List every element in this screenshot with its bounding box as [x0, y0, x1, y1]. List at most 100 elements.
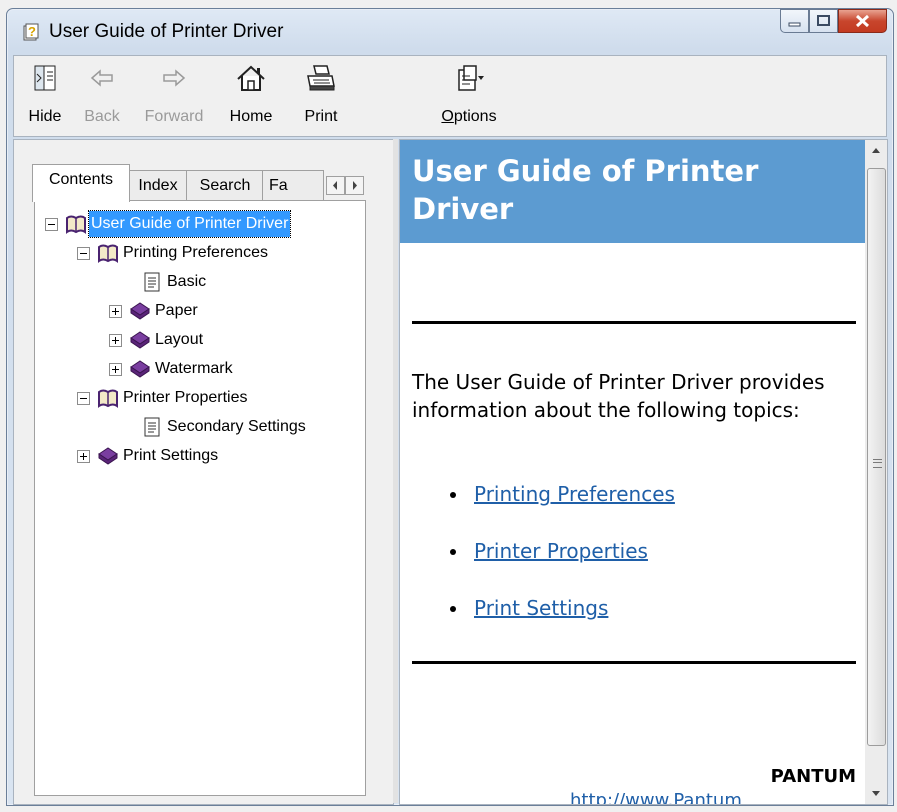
tab-scroll-arrows	[326, 176, 364, 195]
navigation-pane: Contents Index Search Fa User Guide of P…	[13, 139, 394, 805]
print-label: Print	[304, 108, 338, 125]
collapse-toggle[interactable]	[77, 392, 90, 405]
scroll-thumb[interactable]	[867, 168, 886, 746]
topic-link[interactable]: Printing Preferences	[474, 480, 675, 508]
tab-index[interactable]: Index	[128, 170, 188, 201]
tab-scroll-right-button[interactable]	[345, 176, 364, 195]
home-label: Home	[229, 108, 273, 125]
tree-item-label: Secondary Settings	[167, 418, 306, 435]
hide-button[interactable]: Hide	[20, 56, 70, 136]
options-accel: O	[441, 108, 454, 125]
minimize-button[interactable]	[780, 9, 809, 33]
tab-scroll-left-button[interactable]	[326, 176, 345, 195]
forward-label: Forward	[144, 108, 204, 125]
book-open-icon	[66, 215, 86, 234]
close-icon	[855, 14, 870, 28]
expand-toggle[interactable]	[109, 334, 122, 347]
back-label: Back	[84, 108, 120, 125]
expand-toggle[interactable]	[109, 363, 122, 376]
back-button[interactable]: Back	[74, 56, 130, 136]
forward-arrow-icon	[163, 69, 186, 87]
scroll-up-icon	[872, 148, 880, 153]
printer-icon	[307, 65, 335, 91]
tree-item-label: Print Settings	[123, 447, 219, 464]
tree-item[interactable]: Watermark	[107, 356, 357, 382]
options-button[interactable]: Options	[434, 56, 504, 136]
topic-content: User Guide of Printer Driver The User Gu…	[399, 139, 867, 805]
print-button[interactable]: Print	[288, 56, 354, 136]
minimize-icon	[788, 22, 801, 27]
brand-name: PANTUM	[770, 766, 856, 787]
tab-index-label: Index	[138, 177, 178, 194]
close-button[interactable]	[838, 9, 887, 33]
scroll-grip	[873, 459, 882, 468]
forward-button[interactable]: Forward	[134, 56, 214, 136]
scroll-down-button[interactable]	[865, 782, 887, 804]
tab-favorites-label: Fa	[269, 177, 288, 194]
scroll-up-button[interactable]	[865, 140, 887, 162]
tree-item[interactable]: Basic	[135, 269, 355, 295]
help-question-icon: ?	[23, 23, 39, 41]
tree-item[interactable]: Print Settings	[75, 443, 365, 469]
collapse-toggle[interactable]	[45, 218, 58, 231]
tree-item-label: Printer Properties	[123, 389, 248, 406]
topic-link[interactable]: Print Settings	[474, 594, 608, 622]
tab-contents[interactable]: Contents	[32, 164, 130, 202]
tab-search-label: Search	[199, 177, 251, 194]
home-button[interactable]: Home	[217, 56, 285, 136]
maximize-icon	[817, 15, 830, 26]
book-open-icon	[98, 389, 118, 408]
hide-label: Hide	[28, 108, 62, 125]
bullet-dot	[450, 492, 456, 498]
topic-intro: The User Guide of Printer Driver provide…	[412, 370, 825, 422]
tree-item[interactable]: User Guide of Printer Driver	[43, 210, 363, 238]
divider	[412, 661, 856, 664]
topic-banner: User Guide of Printer Driver	[400, 140, 866, 243]
hide-pane-icon	[34, 65, 56, 91]
collapse-toggle[interactable]	[77, 247, 90, 260]
brand-link[interactable]: http://www.Pantum	[570, 790, 742, 804]
bullet-dot	[450, 606, 456, 612]
pane-splitter[interactable]	[393, 139, 398, 803]
tab-contents-label: Contents	[48, 171, 114, 188]
tab-strip: Contents Index Search Fa	[32, 164, 382, 202]
tree-item-label: Layout	[155, 331, 204, 348]
tree-item[interactable]: Paper	[107, 298, 357, 324]
options-label: Options	[441, 108, 497, 125]
bullet-dot	[450, 549, 456, 555]
options-icon	[458, 65, 484, 91]
title-bar[interactable]: ? User Guide of Printer Driver	[7, 9, 893, 54]
arrow-right-icon	[353, 181, 357, 190]
topic-link[interactable]: Printer Properties	[474, 537, 648, 565]
window-title: User Guide of Printer Driver	[49, 21, 284, 42]
tab-search[interactable]: Search	[186, 170, 264, 201]
scroll-down-icon	[872, 791, 880, 796]
expand-toggle[interactable]	[77, 450, 90, 463]
tree-item-label: Watermark	[155, 360, 233, 377]
contents-tree: User Guide of Printer Driver Printing Pr…	[34, 200, 366, 796]
tree-item-label: Basic	[167, 273, 207, 290]
help-window: ? User Guide of Printer Driver Hide Back…	[6, 8, 894, 806]
tree-item[interactable]: Secondary Settings	[135, 414, 365, 440]
tree-item[interactable]: Printing Preferences	[75, 240, 365, 266]
page-icon	[144, 417, 160, 437]
page-icon	[144, 272, 160, 292]
tab-favorites[interactable]: Fa	[262, 170, 324, 200]
book-open-icon	[98, 244, 118, 263]
maximize-button[interactable]	[809, 9, 838, 33]
home-icon	[237, 65, 265, 91]
tree-item[interactable]: Printer Properties	[75, 385, 365, 411]
book-closed-icon	[130, 331, 150, 349]
book-closed-icon	[130, 302, 150, 320]
tree-item[interactable]: Layout	[107, 327, 357, 353]
toolbar: Hide Back Forward Home Print Options	[13, 55, 887, 137]
divider	[412, 321, 856, 324]
tree-item-label: Paper	[155, 302, 198, 319]
book-closed-icon	[98, 447, 118, 465]
vertical-scrollbar[interactable]	[865, 139, 888, 805]
svg-text:?: ?	[28, 24, 36, 39]
tree-item-label: User Guide of Printer Driver	[87, 210, 292, 238]
caption-buttons	[780, 9, 887, 33]
topic-title: User Guide of Printer Driver	[412, 154, 759, 226]
expand-toggle[interactable]	[109, 305, 122, 318]
